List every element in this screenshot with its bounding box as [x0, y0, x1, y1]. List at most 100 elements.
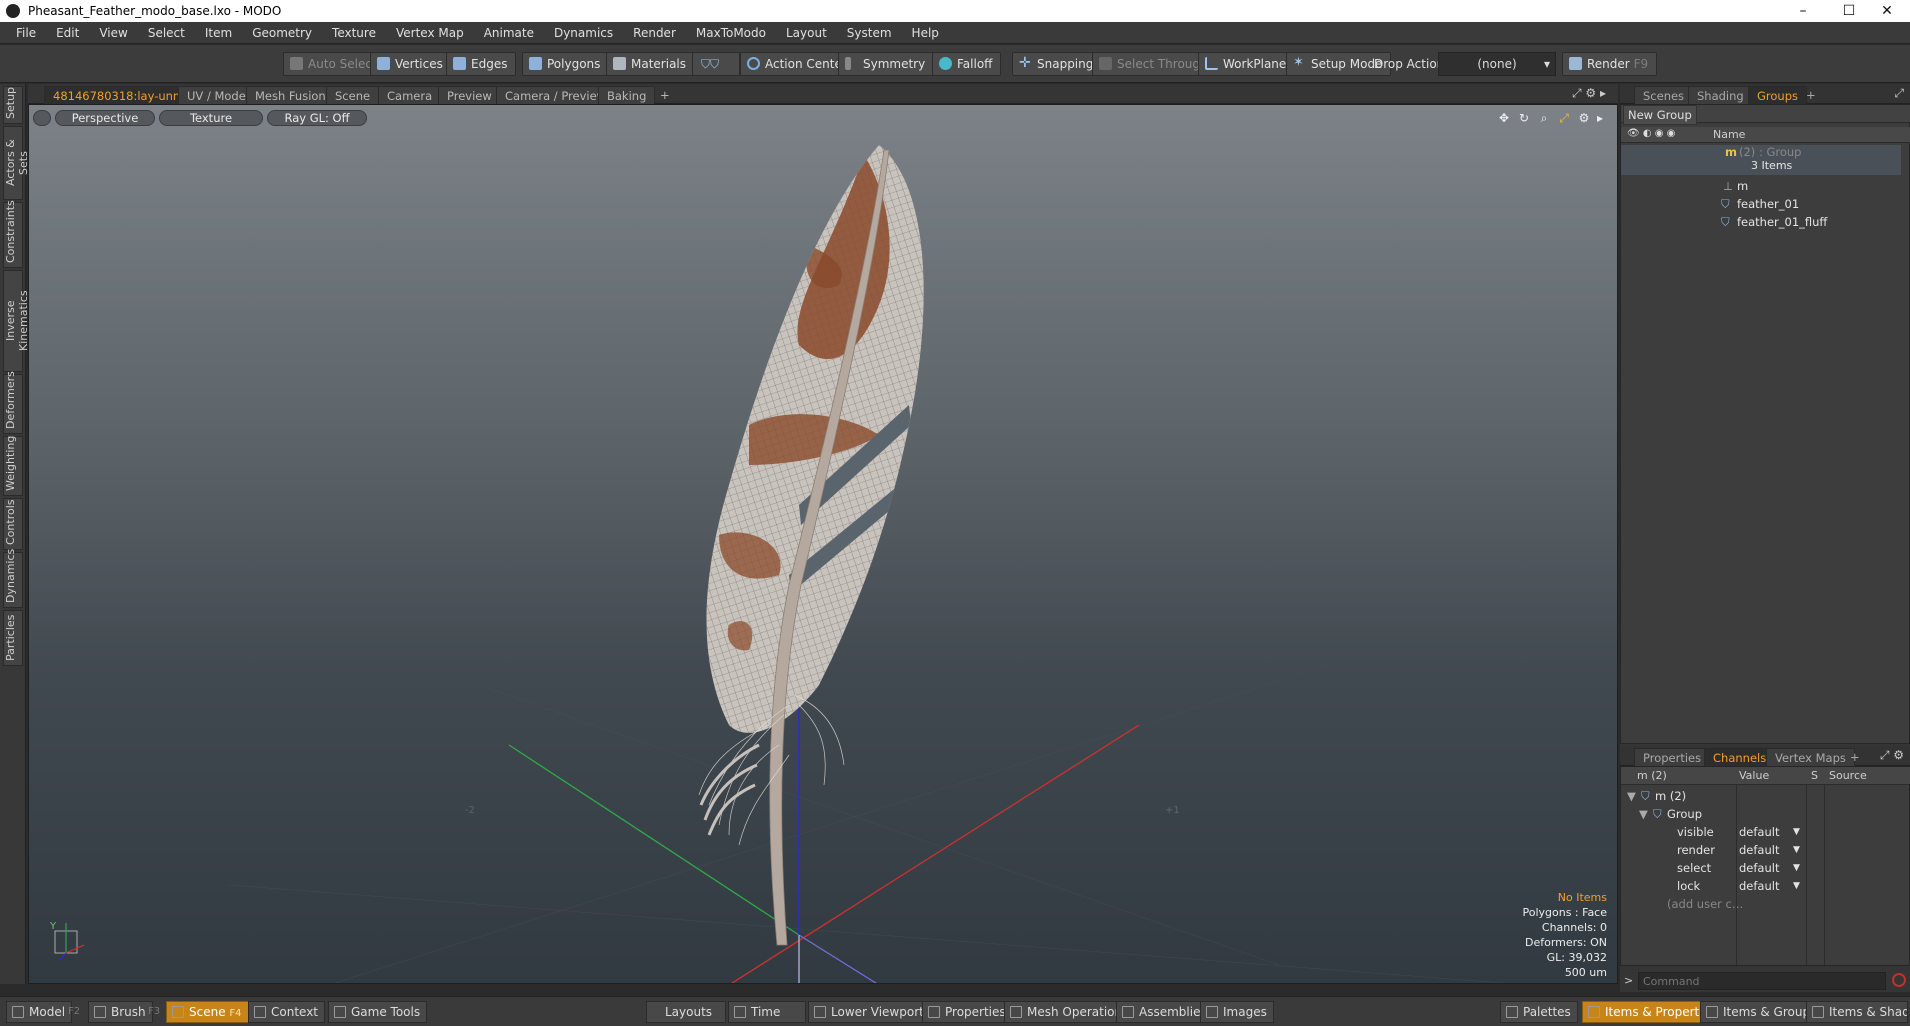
tab-scene[interactable]: Scene: [326, 86, 380, 104]
chevron-down-icon[interactable]: ▼: [1793, 877, 1800, 895]
menu-vertex-map[interactable]: Vertex Map: [386, 22, 474, 44]
auto-select-label: Auto Select: [308, 57, 377, 71]
drop-action-select[interactable]: (none) ▾: [1438, 52, 1556, 76]
layout-icon: [1010, 1006, 1022, 1018]
menu-animate[interactable]: Animate: [474, 22, 544, 44]
game-tools-button[interactable]: Game Tools: [328, 1001, 428, 1023]
3d-viewport[interactable]: Perspective Texture Ray GL: Off ✥ ↻ ⌕ ⤢ …: [28, 104, 1618, 984]
menu-file[interactable]: File: [6, 22, 46, 44]
channel-value[interactable]: default: [1739, 823, 1779, 841]
channel-row-render[interactable]: render default ▼: [1621, 841, 1903, 859]
collapse-triangle-icon[interactable]: ▼: [1639, 805, 1648, 823]
tab-properties[interactable]: Properties: [1634, 748, 1711, 766]
chevron-down-icon[interactable]: ▼: [1793, 841, 1800, 859]
tab-channels[interactable]: Channels: [1704, 748, 1776, 766]
panel-settings-icon[interactable]: ⤢ ⚙: [1880, 748, 1904, 763]
menu-render[interactable]: Render: [623, 22, 686, 44]
viewport-tab-controls-icon[interactable]: ⤢ ⚙ ▸: [1572, 86, 1606, 101]
tab-actors-sets[interactable]: Actors & Sets: [3, 126, 30, 200]
channel-value[interactable]: default: [1739, 877, 1779, 895]
channel-row-lock[interactable]: lock default ▼: [1621, 877, 1903, 895]
items-groups-button[interactable]: Items & Groups: [1700, 1001, 1824, 1023]
tab-scenes[interactable]: Scenes: [1634, 86, 1694, 104]
edges-button[interactable]: Edges: [446, 52, 517, 76]
menu-geometry[interactable]: Geometry: [242, 22, 322, 44]
close-button[interactable]: ✕: [1864, 0, 1910, 22]
images-button[interactable]: Images: [1200, 1001, 1274, 1023]
minimize-button[interactable]: –: [1780, 0, 1826, 22]
tab-preview[interactable]: Preview: [438, 86, 501, 104]
tab-deformers[interactable]: Deformers: [3, 371, 23, 434]
menu-system[interactable]: System: [837, 22, 902, 44]
mesh-icon: ⛉: [1721, 215, 1730, 229]
scene-button[interactable]: Scene F4: [166, 1001, 249, 1023]
tab-mesh-fusion[interactable]: Mesh Fusion: [246, 86, 335, 104]
select-mode-buttons[interactable]: ⛉⛉: [692, 52, 740, 76]
model-button[interactable]: Model: [6, 1001, 73, 1023]
materials-button[interactable]: Materials: [606, 52, 696, 76]
gizmo-y-label: Y: [50, 921, 57, 932]
palettes-button[interactable]: Palettes: [1500, 1001, 1578, 1023]
add-user-channel-row[interactable]: (add user c…: [1621, 895, 1903, 913]
menu-view[interactable]: View: [89, 22, 137, 44]
chevron-down-icon[interactable]: ▼: [1793, 859, 1800, 877]
menu-layout[interactable]: Layout: [776, 22, 837, 44]
items-shading-button[interactable]: Items & Shading: [1806, 1001, 1908, 1023]
menu-maxtomodo[interactable]: MaxToModo: [686, 22, 776, 44]
tab-setup[interactable]: Setup: [3, 86, 23, 124]
polygons-button[interactable]: Polygons: [522, 52, 610, 76]
symmetry-button[interactable]: Symmetry: [838, 52, 935, 76]
feather-model: [698, 145, 924, 946]
brush-button[interactable]: Brush: [88, 1001, 153, 1023]
add-properties-tab[interactable]: +: [1842, 748, 1868, 766]
properties-button[interactable]: Properties: [922, 1001, 1013, 1023]
channel-root-row[interactable]: ▼ ⛉ m (2): [1621, 787, 1903, 805]
menu-texture[interactable]: Texture: [322, 22, 386, 44]
channel-value[interactable]: default: [1739, 841, 1779, 859]
tab-baking[interactable]: Baking: [598, 86, 656, 104]
tab-particles[interactable]: Particles: [3, 610, 23, 666]
tree-item-m[interactable]: ⊥ m: [1621, 177, 1901, 195]
layouts-button[interactable]: Layouts: [646, 1001, 726, 1023]
context-button[interactable]: Context: [248, 1001, 326, 1023]
expand-icon[interactable]: ⤢: [1894, 86, 1904, 101]
tab-camera[interactable]: Camera: [378, 86, 442, 104]
channel-group-row[interactable]: ▼ ⛉ Group: [1621, 805, 1903, 823]
tab-weighting[interactable]: Weighting: [3, 436, 23, 496]
select-through-icon: [1099, 57, 1112, 70]
tab-constraints[interactable]: Constraints: [3, 200, 23, 268]
column-s: S: [1811, 769, 1818, 782]
menu-item[interactable]: Item: [195, 22, 242, 44]
chevron-down-icon[interactable]: ▼: [1793, 823, 1800, 841]
channel-value[interactable]: default: [1739, 859, 1779, 877]
main-toolbar: Auto Select Vertices Edges Polygons Mate…: [0, 45, 1910, 83]
tab-inverse-kinematics[interactable]: Inverse Kinematics: [3, 270, 30, 372]
add-tab-button[interactable]: +: [652, 86, 678, 104]
channel-row-visible[interactable]: visible default ▼: [1621, 823, 1903, 841]
workplane-button[interactable]: WorkPlane: [1198, 52, 1296, 76]
tab-controls[interactable]: Controls: [3, 498, 23, 550]
command-input[interactable]: [1638, 972, 1886, 990]
render-button[interactable]: Render F9: [1562, 52, 1658, 76]
snapping-button[interactable]: ✛ Snapping: [1012, 52, 1103, 76]
falloff-button[interactable]: Falloff: [932, 52, 1002, 76]
tree-item-feather-01[interactable]: ⛉ feather_01: [1621, 195, 1901, 213]
tree-item-feather-01-fluff[interactable]: ⛉ feather_01_fluff: [1621, 213, 1901, 231]
vertices-button[interactable]: Vertices: [370, 52, 452, 76]
channel-row-select[interactable]: select default ▼: [1621, 859, 1903, 877]
layout-icon: [254, 1006, 266, 1018]
collapse-triangle-icon[interactable]: ▼: [1627, 787, 1636, 805]
tab-shading[interactable]: Shading: [1688, 86, 1753, 104]
lower-viewports-button[interactable]: Lower Viewports: [808, 1001, 938, 1023]
model-label: Model: [29, 1005, 66, 1019]
menu-dynamics[interactable]: Dynamics: [544, 22, 623, 44]
add-scene-tab[interactable]: +: [1798, 86, 1824, 104]
group-row[interactable]: m (2) : Group 3 Items: [1621, 145, 1901, 175]
record-icon[interactable]: [1892, 973, 1906, 987]
menu-help[interactable]: Help: [902, 22, 949, 44]
menu-select[interactable]: Select: [138, 22, 195, 44]
new-group-button[interactable]: New Group: [1623, 105, 1697, 125]
time-button[interactable]: Time: [728, 1001, 806, 1023]
menu-edit[interactable]: Edit: [46, 22, 89, 44]
tab-dynamics[interactable]: Dynamics: [3, 549, 23, 608]
